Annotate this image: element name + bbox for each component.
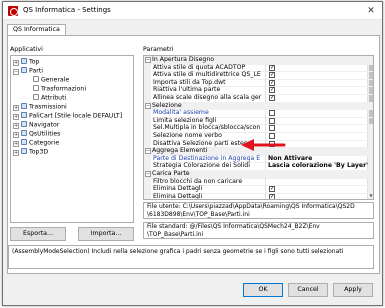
- grid-checkbox[interactable]: ✓: [269, 87, 275, 94]
- tree-node-label: Trasmissioni: [29, 103, 67, 111]
- expand-icon[interactable]: +: [13, 149, 19, 156]
- user-file-path: File utente: C:\Users\piazzad\AppData\Ro…: [143, 202, 374, 219]
- tree-node-label: Top: [29, 58, 40, 66]
- expand-icon[interactable]: +: [13, 131, 19, 138]
- tree-node-label: Trasformazioni: [41, 85, 87, 93]
- grid-checkbox[interactable]: ✓: [269, 72, 275, 79]
- description-box: (AssemblyModeSelection) Includi nella se…: [8, 245, 374, 269]
- folder-icon: [21, 148, 27, 154]
- tree-node[interactable]: Attributi: [25, 94, 66, 103]
- cancel-button[interactable]: Cancel: [288, 283, 328, 297]
- grid-checkbox[interactable]: [269, 110, 275, 117]
- grid-category-label: Selezione: [152, 101, 182, 109]
- grid-checkbox[interactable]: ✓: [269, 79, 275, 86]
- import-button[interactable]: Importa...: [78, 227, 134, 241]
- folder-icon: [21, 139, 27, 145]
- user-file-line1: File utente: C:\Users\piazzad\AppData\Ro…: [147, 203, 355, 210]
- grid-value-text: Lascia colorazione 'By Layer': [268, 162, 369, 170]
- page-icon: [33, 94, 39, 100]
- window-title: QS Informatica - Settings: [23, 6, 111, 14]
- tree-node[interactable]: + Categorie: [13, 139, 59, 148]
- tree-node-label: Parti: [29, 67, 43, 75]
- folder-icon: [21, 103, 27, 109]
- folder-icon: [21, 130, 27, 136]
- tree-node[interactable]: − Parti: [13, 67, 43, 76]
- close-icon[interactable]: ✕: [364, 5, 378, 17]
- applications-tree[interactable]: + Top − Parti Generale Trasformazioni Attribut…: [10, 55, 134, 223]
- title-bar: QS Informatica - Settings ✕: [3, 2, 382, 20]
- expand-icon[interactable]: +: [13, 59, 19, 66]
- collapse-icon[interactable]: −: [13, 68, 19, 75]
- tree-node[interactable]: + Navigator: [13, 121, 59, 130]
- tree-node-label: Top3D: [29, 148, 49, 156]
- std-file-line2: \TOP_Base\Parti.ini: [147, 230, 204, 238]
- tree-node-label: PaliCart [Stile locale DEFAULT]: [29, 112, 123, 120]
- expand-icon[interactable]: +: [13, 104, 19, 111]
- applicativi-label: Applicativi: [10, 46, 43, 53]
- folder-icon: [21, 121, 27, 127]
- grid-row[interactable]: Elimina Dettagli ✓: [144, 192, 373, 199]
- tree-node[interactable]: + Top3D: [13, 148, 48, 157]
- std-file-line1: File standard: @/Files\QS Informatica\QS…: [147, 223, 320, 230]
- tree-node[interactable]: Generale: [25, 76, 69, 85]
- tree-node-label: Generale: [41, 76, 70, 84]
- expand-icon[interactable]: +: [13, 140, 19, 147]
- apply-button[interactable]: Apply: [333, 283, 373, 297]
- collapse-icon[interactable]: −: [145, 148, 151, 155]
- grid-checkbox[interactable]: ✓: [269, 95, 275, 101]
- grid-category-label: In Apertura Disegno: [152, 56, 215, 63]
- grid-checkbox[interactable]: ✓: [269, 64, 275, 71]
- parametri-label: Parametri: [143, 46, 174, 53]
- grid-row-name: Elimina Dettagli: [151, 192, 266, 199]
- grid-category-label: Aggrega Elementi: [152, 147, 208, 155]
- export-button[interactable]: Esporta...: [10, 227, 66, 241]
- grid-row-value[interactable]: ✓: [266, 193, 373, 199]
- grid-checkbox[interactable]: [269, 125, 275, 132]
- tree-node[interactable]: + PaliCart [Stile locale DEFAULT]: [13, 112, 122, 121]
- tree-node-label: QsUtilities: [29, 130, 61, 138]
- tree-node-label: Navigator: [29, 121, 60, 129]
- tree-node[interactable]: + Top: [13, 58, 39, 67]
- page-icon: [33, 85, 39, 91]
- ok-button[interactable]: OK: [243, 283, 283, 297]
- app-logo-icon: [8, 6, 18, 16]
- tree-node[interactable]: Trasformazioni: [25, 85, 86, 94]
- folder-icon: [21, 112, 27, 118]
- annotation-arrow-icon: [241, 139, 286, 151]
- folder-icon: [21, 58, 27, 64]
- tree-node[interactable]: + QsUtilities: [13, 130, 60, 139]
- grid-category-label: Carica Parte: [152, 170, 190, 177]
- collapse-icon[interactable]: −: [145, 102, 151, 109]
- page-icon: [33, 76, 39, 82]
- collapse-icon[interactable]: −: [145, 171, 151, 177]
- property-grid[interactable]: ▲ ▼ −In Apertura DisegnoAttiva stile di …: [143, 55, 374, 200]
- standard-file-path: File standard: @/Files\QS Informatica\QS…: [143, 222, 374, 239]
- folder-icon: [21, 67, 27, 73]
- grid-value-text: Non Attivare: [268, 154, 313, 162]
- tree-node[interactable]: + Trasmissioni: [13, 103, 67, 112]
- tree-node-label: Attributi: [41, 94, 67, 102]
- expand-icon[interactable]: +: [13, 122, 19, 129]
- grid-checkbox[interactable]: ✓: [269, 186, 275, 193]
- grid-checkbox[interactable]: [269, 117, 275, 124]
- grid-checkbox[interactable]: ✓: [269, 193, 275, 199]
- collapse-icon[interactable]: −: [145, 57, 151, 63]
- tree-node-label: Categorie: [29, 139, 60, 147]
- user-file-line2: \6183D898\Env\TOP_Base\Parti.ini: [147, 210, 250, 218]
- expand-icon[interactable]: +: [13, 113, 19, 120]
